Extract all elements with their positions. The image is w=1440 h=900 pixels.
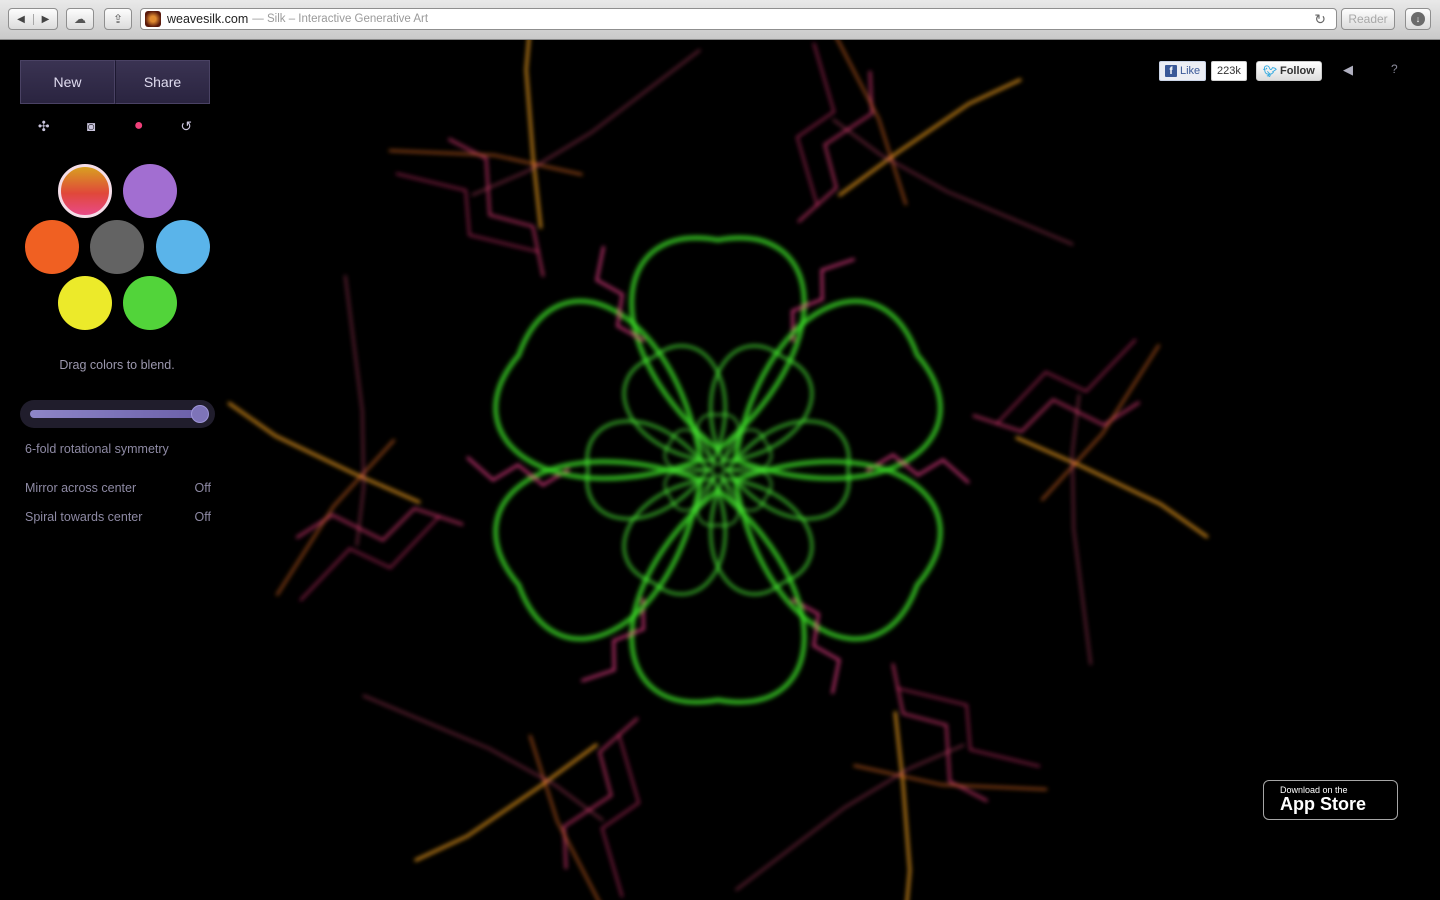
mirror-label: Mirror across center — [25, 481, 137, 495]
facebook-icon: f — [1165, 65, 1177, 77]
twitter-follow-button[interactable]: 🐦︎ Follow — [1256, 61, 1322, 81]
silk-stroke — [893, 711, 912, 900]
back-icon[interactable]: ◀ — [9, 14, 33, 25]
color-swatch-purple[interactable] — [123, 164, 177, 218]
page-title: — Silk – Interactive Generative Art — [252, 13, 429, 25]
silk-stroke — [524, 40, 543, 229]
fb-like-label: Like — [1180, 65, 1201, 77]
spiral-value[interactable]: Off — [195, 510, 211, 524]
site-favicon — [145, 11, 161, 27]
silk-stroke — [891, 663, 988, 802]
silk-stroke — [795, 42, 836, 207]
slider-fill — [30, 410, 205, 418]
spiral-toggle[interactable]: Spiral towards center Off — [25, 510, 211, 524]
silk-stroke — [836, 40, 908, 206]
silk-stroke — [227, 401, 421, 504]
downloads-button[interactable]: ↓ — [1405, 8, 1431, 30]
silk-stroke — [1071, 394, 1092, 665]
silk-stroke — [299, 515, 441, 602]
download-icon: ↓ — [1411, 12, 1425, 26]
url-host: weavesilk.com — [167, 12, 249, 26]
sound-icon[interactable]: ◀ — [1343, 62, 1353, 78]
camera-icon[interactable]: ◙ — [76, 118, 106, 134]
mirror-value[interactable]: Off — [195, 481, 211, 495]
app-store-badge[interactable]: Download on the App Store — [1263, 780, 1398, 820]
twitter-bird-icon: 🐦︎ — [1263, 65, 1277, 78]
silk-stroke — [629, 487, 807, 705]
control-panel: New Share ✣ ◙ ● ↺ Drag colors to blend. … — [0, 40, 230, 540]
silk-stroke — [1015, 436, 1209, 539]
silk-stroke — [797, 70, 874, 223]
address-bar[interactable]: weavesilk.com — Silk – Interactive Gener… — [140, 8, 1337, 30]
facebook-like-button[interactable]: f Like — [1159, 61, 1207, 81]
reader-button[interactable]: Reader — [1341, 8, 1395, 30]
browser-toolbar: ◀ ▶ ☁ ⇪ weavesilk.com — Silk – Interactiv… — [0, 0, 1440, 40]
action-buttons: New Share — [20, 60, 210, 104]
silk-stroke — [362, 694, 604, 822]
silk-stroke — [629, 235, 807, 453]
help-icon[interactable]: ? — [1391, 62, 1398, 76]
symmetry-slider[interactable] — [20, 400, 215, 428]
silk-stroke — [395, 172, 540, 253]
app-store-big-text: App Store — [1280, 794, 1367, 815]
silk-stroke — [832, 118, 1074, 246]
color-swatch-orange[interactable] — [25, 220, 79, 274]
slider-thumb[interactable] — [191, 405, 209, 423]
silk-stroke — [448, 138, 545, 277]
fullscreen-icon[interactable]: ✣ — [29, 118, 59, 135]
silk-stroke — [896, 687, 1041, 768]
twitter-follow-label: Follow — [1279, 65, 1315, 77]
forward-icon[interactable]: ▶ — [32, 13, 57, 25]
new-button[interactable]: New — [20, 60, 115, 104]
back-forward-group: ◀ ▶ — [8, 8, 58, 30]
symmetry-label: 6-fold rotational symmetry — [25, 442, 169, 456]
color-swatch-green[interactable] — [123, 276, 177, 330]
share-button[interactable]: Share — [115, 60, 210, 104]
silk-stroke — [600, 733, 641, 898]
undo-icon[interactable]: ↺ — [171, 118, 201, 135]
silk-stroke — [344, 275, 365, 546]
share-icon: ⇪ — [112, 12, 124, 26]
silk-stroke — [528, 734, 600, 900]
color-swatch-gray[interactable] — [90, 220, 144, 274]
cloud-icon: ☁ — [74, 12, 86, 26]
record-icon[interactable]: ● — [124, 117, 154, 135]
color-swatch-selected[interactable] — [58, 164, 112, 218]
facebook-like-count: 223k — [1211, 61, 1247, 81]
silk-stroke — [562, 717, 639, 870]
color-swatch-blue[interactable] — [156, 220, 210, 274]
silk-stroke — [471, 49, 701, 196]
mirror-toggle[interactable]: Mirror across center Off — [25, 481, 211, 495]
color-swatch-yellow[interactable] — [58, 276, 112, 330]
silk-stroke — [735, 744, 965, 891]
share-sheet-button[interactable]: ⇪ — [104, 8, 132, 30]
silk-stroke — [995, 338, 1137, 425]
reload-icon[interactable]: ↻ — [1314, 11, 1326, 28]
spiral-label: Spiral towards center — [25, 510, 143, 524]
icloud-tabs-button[interactable]: ☁ — [66, 8, 94, 30]
silk-canvas[interactable]: New Share ✣ ◙ ● ↺ Drag colors to blend. … — [0, 40, 1440, 900]
blend-hint: Drag colors to blend. — [59, 358, 175, 372]
tool-icons: ✣ ◙ ● ↺ — [20, 116, 210, 136]
